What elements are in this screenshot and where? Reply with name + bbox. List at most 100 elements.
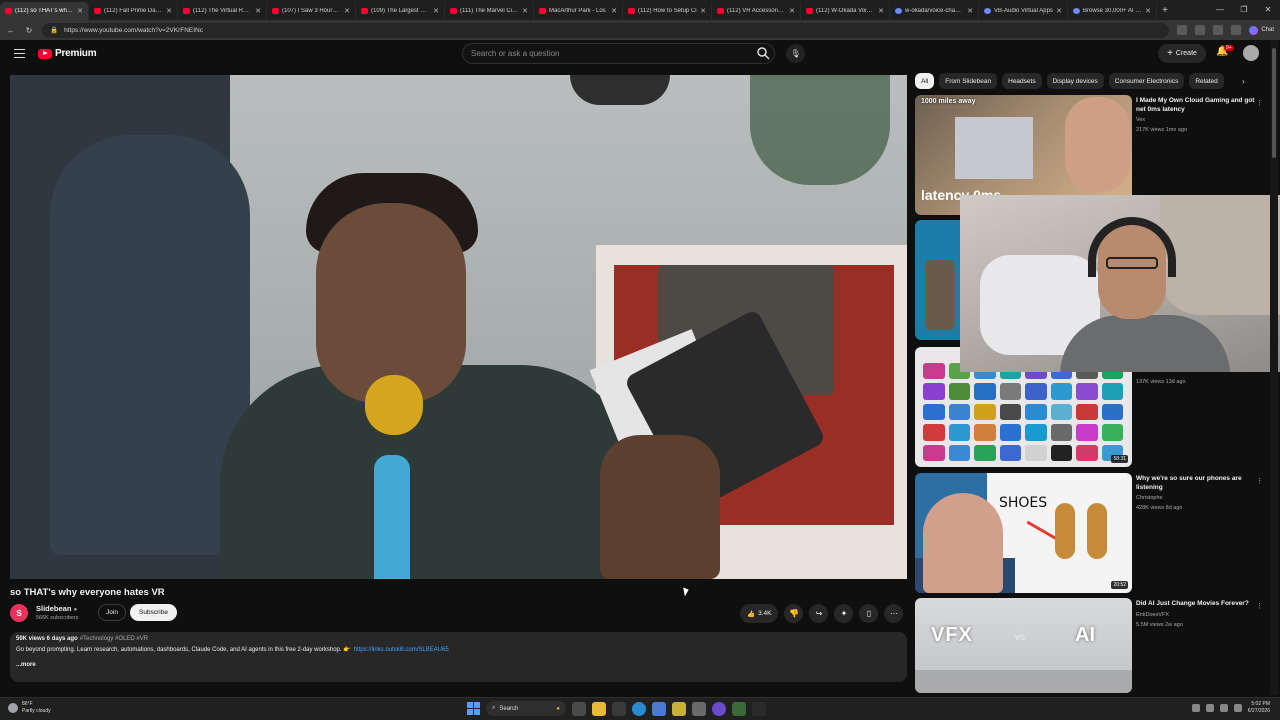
close-icon[interactable]: ✕	[789, 7, 795, 15]
profile-icon[interactable]	[1231, 25, 1242, 35]
browser-tab[interactable]: (112) The Virtual Reali ✕	[178, 2, 267, 20]
close-icon[interactable]: ✕	[1056, 7, 1062, 15]
weather-widget[interactable]: 86°F Partly cloudy	[8, 701, 51, 715]
description-box[interactable]: 59K views 6 days ago #Technology #OLED #V…	[10, 632, 907, 682]
close-icon[interactable]: ✕	[611, 7, 617, 15]
browser-tab[interactable]: (111) The Marvel Circu ✕	[445, 2, 534, 20]
app-icon[interactable]	[732, 701, 746, 716]
url-field[interactable]: 🔒 https://www.youtube.com/watch?v=2VKrFN…	[42, 22, 1170, 38]
back-arrow-icon[interactable]: ←	[6, 26, 16, 35]
video-player[interactable]	[10, 75, 907, 579]
file-explorer-icon[interactable]	[592, 701, 606, 716]
app-icon[interactable]	[672, 701, 686, 716]
close-icon[interactable]: ✕	[255, 7, 261, 15]
browser-tab[interactable]: (112) VR Accessories I ✕	[712, 2, 801, 20]
close-icon[interactable]: ✕	[522, 7, 528, 15]
chip-display-devices[interactable]: Display devices	[1046, 73, 1104, 89]
favorites-icon[interactable]	[1213, 25, 1224, 35]
video-thumbnail[interactable]: SHOES 20:52	[915, 473, 1132, 593]
channel-name[interactable]: Slidebean ●	[36, 604, 77, 613]
dislike-button[interactable]: 👎	[784, 604, 804, 623]
battery-icon[interactable]	[1233, 704, 1242, 712]
edge-browser-icon[interactable]	[632, 701, 646, 716]
browser-tab[interactable]: (112) How to Setup Ci ✕	[623, 2, 712, 20]
browser-tab[interactable]: (109) The Largest Econ ✕	[356, 2, 445, 20]
browser-tab[interactable]: VB-Audio Virtual Apps ✕	[979, 2, 1068, 20]
close-icon[interactable]: ✕	[166, 7, 172, 15]
search-input[interactable]: Search or ask a question	[462, 43, 775, 64]
search-icon[interactable]	[756, 46, 770, 60]
share-button[interactable]: ↪	[809, 604, 829, 623]
more-icon[interactable]: ⋮	[1256, 477, 1263, 485]
like-button[interactable]: 👍 3.4K	[740, 604, 779, 623]
close-icon[interactable]: ✕	[700, 7, 706, 15]
subscribe-button[interactable]: Subscribe	[130, 604, 177, 621]
minimize-icon[interactable]: —	[1208, 0, 1232, 20]
menu-icon[interactable]	[14, 49, 25, 58]
more-actions-button[interactable]: ⋯	[884, 604, 904, 623]
chip-from-channel[interactable]: From Slidebean	[939, 73, 998, 89]
browser-tab[interactable]: (112) Fall Prime Day vs ✕	[89, 2, 178, 20]
close-icon[interactable]: ✕	[433, 7, 439, 15]
close-icon[interactable]: ✕	[878, 7, 884, 15]
terminal-icon[interactable]	[752, 701, 766, 716]
settings-icon[interactable]	[692, 701, 706, 716]
close-icon[interactable]: ✕	[967, 7, 973, 15]
scrollbar-thumb[interactable]	[1272, 48, 1276, 158]
recommendation-title[interactable]: I Made My Own Cloud Gaming and got net 0…	[1136, 97, 1261, 114]
vscode-icon[interactable]	[652, 701, 666, 716]
extension-icon[interactable]	[1177, 25, 1188, 35]
task-view-icon[interactable]	[572, 701, 586, 716]
obs-icon[interactable]	[712, 701, 726, 716]
chip-all[interactable]: All	[915, 73, 935, 89]
new-tab-button[interactable]: +	[1157, 2, 1173, 20]
chip-related[interactable]: Related	[1189, 73, 1224, 89]
show-more-button[interactable]: ...more	[16, 662, 901, 668]
ask-button[interactable]: ✦	[834, 604, 854, 623]
recommendation-channel[interactable]: Christophe	[1136, 495, 1163, 501]
browser-tab-active[interactable]: (112) so THAT's why... ✕	[0, 2, 89, 20]
close-icon[interactable]: ✕	[1145, 7, 1151, 15]
volume-icon[interactable]	[1219, 704, 1228, 712]
browser-tab[interactable]: MacArthur Park - Los ✕	[534, 2, 623, 20]
recommendation-item[interactable]: VFX vs AI Did AI Just Change Movies Fore…	[915, 598, 1265, 693]
taskbar-search[interactable]: ⌕ Search ●	[486, 701, 566, 716]
recommendation-channel[interactable]: Vex	[1136, 117, 1145, 123]
browser-tab[interactable]: (107) I Saw 3 Hours of ✕	[267, 2, 356, 20]
recommendation-title[interactable]: Did AI Just Change Movies Forever?	[1136, 600, 1261, 609]
browser-tab[interactable]: Browse 30,000+ AI Vo ✕	[1068, 2, 1157, 20]
store-icon[interactable]	[612, 701, 626, 716]
more-icon[interactable]: ⋮	[1256, 99, 1263, 107]
extension-icon[interactable]	[1195, 25, 1206, 35]
recommendation-title[interactable]: Why we're so sure our phones are listeni…	[1136, 475, 1261, 492]
refresh-icon[interactable]: ↻	[24, 26, 34, 35]
create-button[interactable]: + Create	[1158, 44, 1206, 63]
browser-tab[interactable]: w-okada/voice-changer ✕	[890, 2, 979, 20]
video-thumbnail[interactable]: VFX vs AI	[915, 598, 1132, 693]
join-button[interactable]: Join	[98, 604, 126, 621]
hashtags[interactable]: #Technology #OLED #VR	[80, 636, 148, 642]
recommendation-item[interactable]: SHOES 20:52 Why we're so sure our phones…	[915, 473, 1265, 593]
chip-consumer-electronics[interactable]: Consumer Electronics	[1108, 73, 1185, 89]
youtube-logo[interactable]: Premium	[38, 48, 97, 59]
browser-tab[interactable]: (112) W-Okada Voice C ✕	[801, 2, 890, 20]
close-icon[interactable]: ✕	[344, 7, 350, 15]
account-avatar[interactable]	[1243, 45, 1259, 61]
microphone-icon[interactable]: 🎙	[786, 44, 805, 63]
windows-start-icon[interactable]	[467, 702, 480, 715]
maximize-icon[interactable]: ❐	[1232, 0, 1256, 20]
channel-avatar[interactable]: S	[10, 604, 28, 622]
clock[interactable]: 5:02 PM 6/27/2026	[1248, 701, 1270, 715]
description-link[interactable]: https://links.outskill.com/SLBEAU65	[354, 647, 449, 653]
close-window-icon[interactable]: ✕	[1256, 0, 1280, 20]
recommendation-channel[interactable]: EnkDoesVFX	[1136, 612, 1169, 618]
wifi-icon[interactable]	[1205, 704, 1214, 712]
chevron-right-icon[interactable]: ›	[1242, 77, 1245, 86]
chevron-up-icon[interactable]	[1191, 704, 1200, 712]
chip-headsets[interactable]: Headsets	[1002, 73, 1042, 89]
more-icon[interactable]: ⋮	[1256, 602, 1263, 610]
save-button[interactable]: ▯	[859, 604, 879, 623]
copilot-chat-button[interactable]: Chat	[1249, 25, 1274, 35]
close-icon[interactable]: ✕	[77, 7, 83, 15]
page-scrollbar[interactable]	[1270, 40, 1278, 695]
